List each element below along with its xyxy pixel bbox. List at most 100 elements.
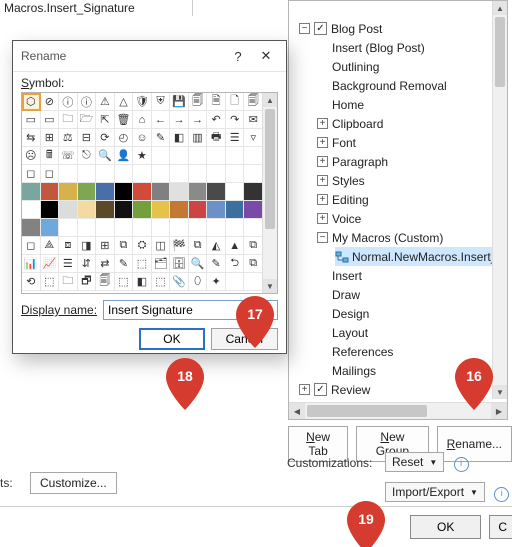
tree-item[interactable]: Draw	[317, 285, 493, 304]
symbol-cell[interactable]: ◧	[133, 273, 152, 291]
symbol-cell[interactable]: ⛨	[152, 93, 171, 111]
symbol-cell[interactable]: ⬚	[133, 255, 152, 273]
symbol-cell[interactable]: 🗐	[244, 93, 263, 111]
symbol-cell[interactable]	[133, 165, 152, 183]
symbol-cell[interactable]	[226, 147, 245, 165]
symbol-cell[interactable]	[133, 183, 152, 201]
symbol-cell[interactable]: ◻	[22, 165, 41, 183]
symbol-cell[interactable]: ⬚	[152, 273, 171, 291]
customize-button[interactable]: Customize...	[30, 472, 117, 494]
main-cancel-button[interactable]: C	[489, 515, 512, 539]
tree-item[interactable]: Outlining	[317, 57, 493, 76]
symbol-cell[interactable]	[78, 219, 97, 237]
symbol-cell[interactable]: ▭	[41, 111, 60, 129]
symbol-cell[interactable]: 🗑	[115, 111, 134, 129]
symbol-cell[interactable]: ⊘	[41, 93, 60, 111]
symbol-cell[interactable]: ◫	[152, 237, 171, 255]
symbol-cell[interactable]: 🗀	[59, 273, 78, 291]
symbol-cell[interactable]: ☹	[22, 147, 41, 165]
symbol-cell[interactable]: ⮌	[226, 255, 245, 273]
symbol-cell[interactable]: 🗂	[152, 255, 171, 273]
symbol-cell[interactable]: ↶	[207, 111, 226, 129]
symbol-cell[interactable]: ✎	[152, 129, 171, 147]
symbol-cell[interactable]	[96, 201, 115, 219]
symbol-cell[interactable]	[170, 165, 189, 183]
symbol-cell[interactable]	[244, 183, 263, 201]
symbol-cell[interactable]: ✎	[207, 255, 226, 273]
symbol-cell[interactable]: 🔍	[96, 147, 115, 165]
tree-horizontal-scrollbar[interactable]: ◀ ▶	[289, 402, 507, 419]
symbol-cell[interactable]	[78, 165, 97, 183]
tree-vertical-scrollbar[interactable]: ▲ ▼	[492, 1, 507, 399]
symbol-cell[interactable]	[133, 201, 152, 219]
symbol-cell[interactable]	[189, 219, 208, 237]
symbol-cell[interactable]	[244, 201, 263, 219]
scroll-down-icon[interactable]: ▼	[263, 279, 277, 293]
symbol-cell[interactable]	[207, 165, 226, 183]
symbol-cell[interactable]: ⧉	[115, 237, 134, 255]
symbol-cell[interactable]	[96, 165, 115, 183]
tree-item[interactable]: −My Macros (Custom)	[317, 228, 493, 247]
tree-body[interactable]: −✓Blog PostInsert (Blog Post)OutliningBa…	[289, 19, 493, 399]
symbol-cell[interactable]: ⬚	[41, 273, 60, 291]
symbol-cell[interactable]: ▲	[226, 237, 245, 255]
expand-icon[interactable]: −	[317, 232, 328, 243]
expand-icon[interactable]: +	[317, 156, 328, 167]
symbol-grid[interactable]: ⬡⊘ⓘⓘ⚠△🛡⛨💾🗐🗎🗋🗐▭▭🗀🗁⇱🗑⌂←→→↶↷✉⇆⊞⚖⊟⟳◴☺✎◧▥🖶☰▿☹…	[21, 92, 278, 294]
symbol-cell[interactable]: ▭	[22, 111, 41, 129]
checkbox[interactable]: ✓	[314, 22, 327, 35]
symbol-cell[interactable]	[78, 183, 97, 201]
symbol-cell[interactable]: ⇵	[78, 255, 97, 273]
symbol-cell[interactable]: ⊞	[41, 129, 60, 147]
tree-item[interactable]: Layout	[317, 323, 493, 342]
symbol-cell[interactable]: ⬯	[189, 273, 208, 291]
symbol-cell[interactable]	[152, 219, 171, 237]
tree-item[interactable]: +Styles	[317, 171, 493, 190]
symbol-cell[interactable]: 👤	[115, 147, 134, 165]
symbol-cell[interactable]	[170, 219, 189, 237]
symbol-cell[interactable]: 🗄	[170, 255, 189, 273]
symbol-cell[interactable]: ⇄	[96, 255, 115, 273]
symbol-cell[interactable]	[207, 183, 226, 201]
symbol-cell[interactable]: →	[170, 111, 189, 129]
symbol-cell[interactable]	[207, 201, 226, 219]
symbol-cell[interactable]: 🗋	[226, 93, 245, 111]
symbol-cell[interactable]: 💾	[170, 93, 189, 111]
symbol-cell[interactable]: ★	[133, 147, 152, 165]
tree-item[interactable]: References	[317, 342, 493, 361]
symbol-cell[interactable]: ⧉	[244, 255, 263, 273]
symbol-cell[interactable]	[152, 165, 171, 183]
symbol-cell[interactable]: ◻	[41, 165, 60, 183]
symbol-cell[interactable]: ✉	[244, 111, 263, 129]
symbol-cell[interactable]	[59, 219, 78, 237]
symbol-cell[interactable]: 🗐	[189, 93, 208, 111]
tree-item[interactable]: Insert (Blog Post)	[317, 38, 493, 57]
symbol-cell[interactable]: →	[189, 111, 208, 129]
tree-item[interactable]: +✓Review	[299, 380, 493, 399]
symbol-cell[interactable]: ☺	[133, 129, 152, 147]
symbol-cell[interactable]: ⧉	[189, 237, 208, 255]
symbol-cell[interactable]	[22, 219, 41, 237]
symbol-cell[interactable]: ⓘ	[78, 93, 97, 111]
symbol-cell[interactable]	[170, 201, 189, 219]
symbol-cell[interactable]: 📊	[22, 255, 41, 273]
help-button[interactable]: ?	[224, 45, 252, 67]
tree-item[interactable]: Normal.NewMacros.Insert_	[335, 247, 493, 266]
scroll-thumb[interactable]	[265, 109, 275, 229]
info-icon[interactable]: i	[454, 457, 469, 472]
symbol-cell[interactable]: ⚠	[96, 93, 115, 111]
tree-item[interactable]: +Font	[317, 133, 493, 152]
symbol-cell[interactable]: ⇆	[22, 129, 41, 147]
symbol-cell[interactable]	[41, 201, 60, 219]
symbol-cell[interactable]: ✦	[207, 273, 226, 291]
symbol-cell[interactable]: ▿	[244, 129, 263, 147]
symbol-cell[interactable]: ☰	[59, 255, 78, 273]
dialog-ok-button[interactable]: OK	[139, 328, 204, 350]
symbol-cell[interactable]: 🖩	[41, 147, 60, 165]
symbol-cell[interactable]	[96, 219, 115, 237]
symbol-cell[interactable]: ⧉	[244, 237, 263, 255]
symbol-cell[interactable]	[170, 147, 189, 165]
symbol-cell[interactable]	[189, 147, 208, 165]
dialog-cancel-button[interactable]: Cancel	[211, 328, 278, 350]
tree-item[interactable]: Background Removal	[317, 76, 493, 95]
